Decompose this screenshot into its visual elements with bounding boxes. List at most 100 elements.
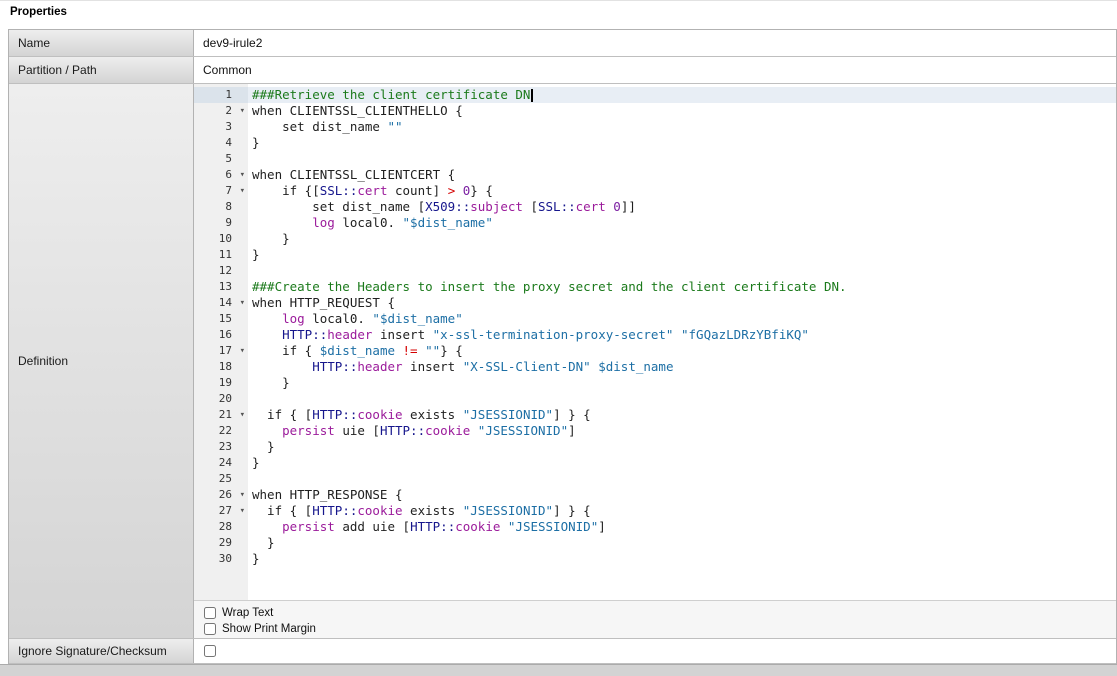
code-line[interactable]: 26▾when HTTP_RESPONSE { bbox=[194, 487, 1116, 503]
code-line[interactable]: 28 persist add uie [HTTP::cookie "JSESSI… bbox=[194, 519, 1116, 535]
code-text: HTTP::header insert "x-ssl-termination-p… bbox=[248, 327, 1116, 343]
fold-arrow-icon[interactable]: ▾ bbox=[240, 407, 245, 423]
line-number: 16 bbox=[194, 327, 248, 343]
code-text bbox=[248, 471, 1116, 487]
line-number: 14▾ bbox=[194, 295, 248, 311]
code-text: } bbox=[248, 375, 1116, 391]
code-text: ###Create the Headers to insert the prox… bbox=[248, 279, 1116, 295]
code-line[interactable]: 3 set dist_name "" bbox=[194, 119, 1116, 135]
line-number: 2▾ bbox=[194, 103, 248, 119]
code-line[interactable]: 14▾when HTTP_REQUEST { bbox=[194, 295, 1116, 311]
line-number: 20 bbox=[194, 391, 248, 407]
code-line[interactable]: 2▾when CLIENTSSL_CLIENTHELLO { bbox=[194, 103, 1116, 119]
code-line[interactable]: 25 bbox=[194, 471, 1116, 487]
code-line[interactable]: 23 } bbox=[194, 439, 1116, 455]
fold-arrow-icon[interactable]: ▾ bbox=[240, 103, 245, 119]
code-text bbox=[248, 391, 1116, 407]
code-text: } bbox=[248, 535, 1116, 551]
line-number: 9 bbox=[194, 215, 248, 231]
code-line[interactable]: 11} bbox=[194, 247, 1116, 263]
line-number: 19 bbox=[194, 375, 248, 391]
property-row-ignore-signature: Ignore Signature/Checksum bbox=[9, 639, 1116, 664]
code-line[interactable]: 15 log local0. "$dist_name" bbox=[194, 311, 1116, 327]
name-label: Name bbox=[9, 30, 194, 56]
code-editor[interactable]: 1###Retrieve the client certificate DN2▾… bbox=[194, 84, 1116, 600]
code-line[interactable]: 30} bbox=[194, 551, 1116, 567]
code-text: when CLIENTSSL_CLIENTCERT { bbox=[248, 167, 1116, 183]
code-line[interactable]: 16 HTTP::header insert "x-ssl-terminatio… bbox=[194, 327, 1116, 343]
properties-table: Name dev9-irule2 Partition / Path Common… bbox=[8, 29, 1117, 664]
line-number: 18 bbox=[194, 359, 248, 375]
line-number: 30 bbox=[194, 551, 248, 567]
code-text: } bbox=[248, 231, 1116, 247]
code-line[interactable]: 5 bbox=[194, 151, 1116, 167]
ignore-signature-checkbox[interactable] bbox=[204, 645, 216, 657]
definition-label: Definition bbox=[9, 84, 194, 638]
code-text: } bbox=[248, 135, 1116, 151]
line-number: 11 bbox=[194, 247, 248, 263]
code-text: if { $dist_name != ""} { bbox=[248, 343, 1116, 359]
code-text: } bbox=[248, 247, 1116, 263]
line-number: 7▾ bbox=[194, 183, 248, 199]
line-number: 8 bbox=[194, 199, 248, 215]
code-line[interactable]: 10 } bbox=[194, 231, 1116, 247]
code-line[interactable]: 29 } bbox=[194, 535, 1116, 551]
fold-arrow-icon[interactable]: ▾ bbox=[240, 503, 245, 519]
show-print-margin-checkbox[interactable] bbox=[204, 623, 216, 635]
fold-arrow-icon[interactable]: ▾ bbox=[240, 487, 245, 503]
code-line[interactable]: 9 log local0. "$dist_name" bbox=[194, 215, 1116, 231]
code-text: if {[SSL::cert count] > 0} { bbox=[248, 183, 1116, 199]
line-number: 12 bbox=[194, 263, 248, 279]
code-line[interactable]: 19 } bbox=[194, 375, 1116, 391]
code-text: HTTP::header insert "X-SSL-Client-DN" $d… bbox=[248, 359, 1116, 375]
code-line[interactable]: 24} bbox=[194, 455, 1116, 471]
line-number: 4 bbox=[194, 135, 248, 151]
code-line[interactable]: 20 bbox=[194, 391, 1116, 407]
fold-arrow-icon[interactable]: ▾ bbox=[240, 183, 245, 199]
fold-arrow-icon[interactable]: ▾ bbox=[240, 343, 245, 359]
code-line[interactable]: 1###Retrieve the client certificate DN bbox=[194, 87, 1116, 103]
code-text: log local0. "$dist_name" bbox=[248, 311, 1116, 327]
code-text: } bbox=[248, 551, 1116, 567]
property-row-name: Name dev9-irule2 bbox=[9, 30, 1116, 57]
code-text: ###Retrieve the client certificate DN bbox=[248, 87, 1116, 103]
code-editor-lines: 1###Retrieve the client certificate DN2▾… bbox=[194, 87, 1116, 567]
code-text: if { [HTTP::cookie exists "JSESSIONID"] … bbox=[248, 407, 1116, 423]
line-number: 3 bbox=[194, 119, 248, 135]
code-line[interactable]: 13###Create the Headers to insert the pr… bbox=[194, 279, 1116, 295]
code-line[interactable]: 22 persist uie [HTTP::cookie "JSESSIONID… bbox=[194, 423, 1116, 439]
line-number: 21▾ bbox=[194, 407, 248, 423]
code-text: when HTTP_REQUEST { bbox=[248, 295, 1116, 311]
code-text: set dist_name [X509::subject [SSL::cert … bbox=[248, 199, 1116, 215]
code-text: } bbox=[248, 439, 1116, 455]
code-text: when CLIENTSSL_CLIENTHELLO { bbox=[248, 103, 1116, 119]
code-line[interactable]: 4} bbox=[194, 135, 1116, 151]
code-text: set dist_name "" bbox=[248, 119, 1116, 135]
fold-arrow-icon[interactable]: ▾ bbox=[240, 295, 245, 311]
code-line[interactable]: 21▾ if { [HTTP::cookie exists "JSESSIONI… bbox=[194, 407, 1116, 423]
code-line[interactable]: 27▾ if { [HTTP::cookie exists "JSESSIONI… bbox=[194, 503, 1116, 519]
line-number: 1 bbox=[194, 87, 248, 103]
wrap-text-checkbox[interactable] bbox=[204, 607, 216, 619]
code-line[interactable]: 6▾when CLIENTSSL_CLIENTCERT { bbox=[194, 167, 1116, 183]
text-cursor bbox=[531, 89, 533, 102]
line-number: 15 bbox=[194, 311, 248, 327]
editor-options: Wrap Text Show Print Margin bbox=[194, 600, 1116, 638]
code-line[interactable]: 7▾ if {[SSL::cert count] > 0} { bbox=[194, 183, 1116, 199]
fold-arrow-icon[interactable]: ▾ bbox=[240, 167, 245, 183]
code-line[interactable]: 12 bbox=[194, 263, 1116, 279]
line-number: 13 bbox=[194, 279, 248, 295]
code-line[interactable]: 17▾ if { $dist_name != ""} { bbox=[194, 343, 1116, 359]
name-value: dev9-irule2 bbox=[194, 30, 1116, 56]
line-number: 29 bbox=[194, 535, 248, 551]
code-line[interactable]: 8 set dist_name [X509::subject [SSL::cer… bbox=[194, 199, 1116, 215]
line-number: 23 bbox=[194, 439, 248, 455]
line-number: 22 bbox=[194, 423, 248, 439]
wrap-text-option: Wrap Text bbox=[204, 605, 1116, 621]
line-number: 6▾ bbox=[194, 167, 248, 183]
line-number: 10 bbox=[194, 231, 248, 247]
code-line[interactable]: 18 HTTP::header insert "X-SSL-Client-DN"… bbox=[194, 359, 1116, 375]
page-title: Properties bbox=[10, 6, 67, 18]
code-text: if { [HTTP::cookie exists "JSESSIONID"] … bbox=[248, 503, 1116, 519]
code-text bbox=[248, 263, 1116, 279]
